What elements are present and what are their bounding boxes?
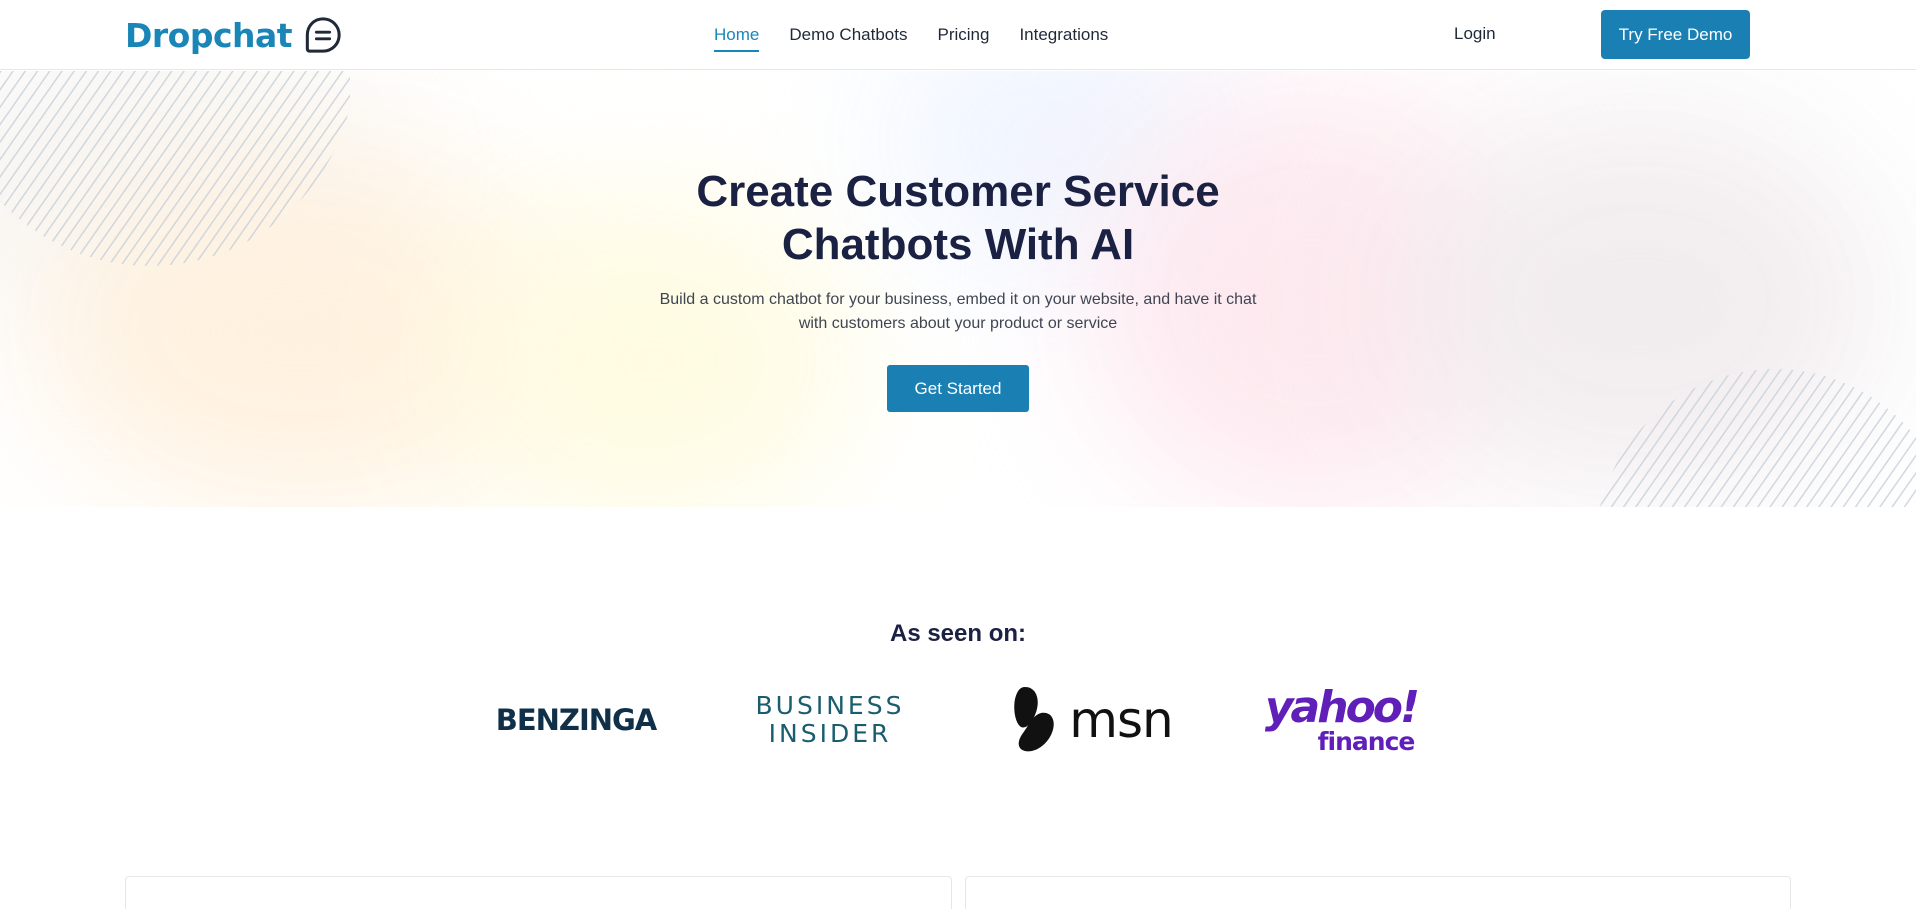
nav-link-home[interactable]: Home (714, 18, 760, 52)
main-nav: Home Demo Chatbots Pricing Integrations (714, 0, 1138, 70)
feature-card (125, 876, 952, 909)
nav-link-pricing[interactable]: Pricing (937, 18, 989, 52)
benzinga-logo-text: BENZINGA (495, 703, 658, 737)
hero-title-line: Create Customer Service (696, 167, 1220, 216)
business-insider-logo-line: BUSINESS (755, 691, 905, 720)
finance-logo-text: finance (1317, 727, 1416, 756)
logo-link[interactable]: Dropchat (125, 14, 342, 56)
benzinga-logo: BENZINGA (478, 680, 674, 760)
nav-link-integrations[interactable]: Integrations (1019, 18, 1108, 52)
msn-logo: msn (1003, 680, 1177, 760)
hero-subtitle: Build a custom chatbot for your business… (648, 288, 1268, 336)
yahoo-logo-text: yahoo! (1264, 682, 1420, 733)
butterfly-icon (1014, 687, 1055, 752)
hero-subtitle-line: with customers about your product or ser… (798, 315, 1118, 332)
yahoo-finance-logo: yahoo! finance (1262, 680, 1420, 760)
msn-logo-text: msn (1069, 691, 1173, 749)
site-header: Dropchat Home Demo Chatbots Pricing Inte… (0, 0, 1916, 70)
as-seen-on-heading: As seen on: (889, 620, 1027, 647)
nav-link-demo-chatbots[interactable]: Demo Chatbots (789, 18, 907, 52)
try-free-demo-button[interactable]: Try Free Demo (1601, 10, 1750, 59)
hero-title: Create Customer Service Chatbots With AI (558, 165, 1358, 271)
business-insider-logo: BUSINESS INSIDER (740, 680, 920, 760)
striped-circle-decoration (1595, 369, 1916, 507)
striped-circle-decoration (0, 71, 350, 266)
chat-bubble-icon (305, 17, 341, 53)
hero-title-line: Chatbots With AI (781, 220, 1135, 269)
hero-section: Create Customer Service Chatbots With AI… (0, 71, 1916, 507)
feature-card (965, 876, 1791, 909)
get-started-button[interactable]: Get Started (887, 365, 1029, 412)
login-link[interactable]: Login (1454, 23, 1496, 45)
hero-subtitle-line: Build a custom chatbot for your business… (659, 291, 1257, 308)
logo-text: Dropchat (125, 15, 293, 55)
business-insider-logo-line: INSIDER (768, 719, 892, 748)
